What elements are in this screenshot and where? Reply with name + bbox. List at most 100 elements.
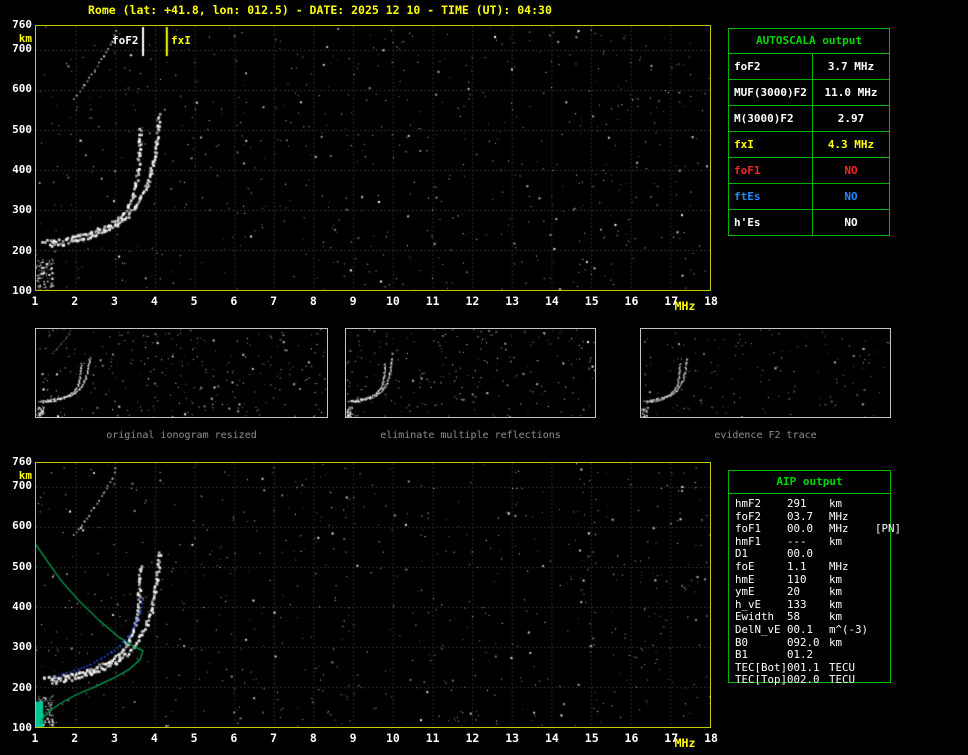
- autoscala-row-label: M(3000)F2: [729, 106, 813, 131]
- aip-row-label: B1: [735, 649, 787, 662]
- aip-output-table: AIP output hmF2291kmfoF203.7MHzfoF100.0M…: [728, 470, 891, 683]
- aip-row-value: 291: [787, 498, 829, 511]
- x-axis-tick: 15: [581, 294, 603, 308]
- autoscala-row: h'EsNO: [729, 210, 889, 235]
- aip-row-value: 1.1: [787, 561, 829, 574]
- x-axis-tick: 3: [104, 294, 126, 308]
- aip-row: TEC[Top]002.0TECU: [735, 674, 890, 687]
- aip-row-unit: km: [829, 637, 875, 650]
- y-axis-tick: 760: [2, 18, 32, 31]
- x-axis-tick: 13: [501, 731, 523, 745]
- x-axis-tick: 16: [620, 294, 642, 308]
- x-axis-tick: 9: [342, 731, 364, 745]
- thumbnail-caption-evidence: evidence F2 trace: [640, 430, 891, 441]
- aip-row-unit: km: [829, 536, 875, 549]
- autoscala-row-label: ftEs: [729, 184, 813, 209]
- main-ionogram-panel: [35, 25, 711, 291]
- y-axis-tick: 400: [2, 163, 32, 176]
- aip-table-rows: hmF2291kmfoF203.7MHzfoF100.0MHz[PN]hmF1-…: [729, 494, 890, 687]
- x-axis-tick: 8: [302, 731, 324, 745]
- aip-row: ymE20km: [735, 586, 890, 599]
- thumbnail-caption-original: original ionogram resized: [35, 430, 328, 441]
- aip-table-title: AIP output: [729, 471, 890, 494]
- autoscala-row: foF23.7 MHz: [729, 54, 889, 80]
- aip-row: hmE110km: [735, 574, 890, 587]
- profile-ionogram-panel: [35, 462, 711, 728]
- thumbnail-original-ionogram: [35, 328, 328, 418]
- aip-row-value: 20: [787, 586, 829, 599]
- thumbnail-eliminate-canvas: [346, 329, 595, 417]
- x-axis-tick: 18: [700, 294, 722, 308]
- y-axis-tick: 500: [2, 123, 32, 136]
- thumbnail-evidence-f2: [640, 328, 891, 418]
- y-axis-tick: 700: [2, 42, 32, 55]
- aip-row-value: 002.0: [787, 674, 829, 687]
- autoscala-row-value: 3.7 MHz: [813, 54, 889, 79]
- autoscala-row-label: MUF(3000)F2: [729, 80, 813, 105]
- autoscala-row: fxI4.3 MHz: [729, 132, 889, 158]
- y-axis-tick: 600: [2, 519, 32, 532]
- autoscala-screen: Rome (lat: +41.8, lon: 012.5) - DATE: 20…: [0, 0, 968, 755]
- autoscala-row: MUF(3000)F211.0 MHz: [729, 80, 889, 106]
- autoscala-row-value: 4.3 MHz: [813, 132, 889, 157]
- thumbnail-caption-eliminate: eliminate multiple reflections: [345, 430, 596, 441]
- autoscala-row-value: NO: [813, 158, 889, 183]
- x-axis-tick: 15: [581, 731, 603, 745]
- x-axis-tick: 8: [302, 294, 324, 308]
- x-axis-unit: MHz: [668, 736, 702, 750]
- autoscala-row: M(3000)F22.97: [729, 106, 889, 132]
- aip-row-label: foF1: [735, 523, 787, 536]
- x-axis-tick: 6: [223, 294, 245, 308]
- x-axis-tick: 6: [223, 731, 245, 745]
- autoscala-row-value: NO: [813, 210, 889, 235]
- y-axis-tick: 200: [2, 244, 32, 257]
- x-axis-tick: 14: [541, 731, 563, 745]
- autoscala-row-label: foF2: [729, 54, 813, 79]
- x-axis-tick: 13: [501, 294, 523, 308]
- thumbnail-original-canvas: [36, 329, 327, 417]
- x-axis-tick: 3: [104, 731, 126, 745]
- x-axis-tick: 5: [183, 294, 205, 308]
- autoscala-table-rows: foF23.7 MHzMUF(3000)F211.0 MHzM(3000)F22…: [729, 54, 889, 235]
- aip-row: DelN_vE00.1m^(-3): [735, 624, 890, 637]
- autoscala-table-title: AUTOSCALA output: [729, 29, 889, 54]
- autoscala-row-value: 2.97: [813, 106, 889, 131]
- aip-row: D100.0: [735, 548, 890, 561]
- y-axis-tick: 760: [2, 455, 32, 468]
- aip-row-unit: m^(-3): [829, 624, 875, 637]
- y-axis-tick: 700: [2, 479, 32, 492]
- y-axis-tick: 500: [2, 560, 32, 573]
- x-axis-tick: 7: [263, 731, 285, 745]
- x-axis-tick: 14: [541, 294, 563, 308]
- x-axis-tick: 12: [461, 731, 483, 745]
- aip-row: foE1.1MHz: [735, 561, 890, 574]
- main-ionogram-canvas: [36, 26, 710, 290]
- autoscala-output-table: AUTOSCALA output foF23.7 MHzMUF(3000)F21…: [728, 28, 890, 236]
- autoscala-row: ftEsNO: [729, 184, 889, 210]
- aip-row-value: 00.1: [787, 624, 829, 637]
- autoscala-row-label: fxI: [729, 132, 813, 157]
- aip-row-unit: km: [829, 586, 875, 599]
- x-axis-tick: 4: [143, 294, 165, 308]
- autoscala-row-value: 11.0 MHz: [813, 80, 889, 105]
- autoscala-row-label: h'Es: [729, 210, 813, 235]
- aip-row-label: DelN_vE: [735, 624, 787, 637]
- x-axis-tick: 1: [24, 294, 46, 308]
- aip-row: foF100.0MHz[PN]: [735, 523, 890, 536]
- y-axis-tick: 300: [2, 640, 32, 653]
- autoscala-row: foF1NO: [729, 158, 889, 184]
- x-axis-tick: 10: [382, 731, 404, 745]
- x-axis-tick: 10: [382, 294, 404, 308]
- x-axis-tick: 11: [422, 731, 444, 745]
- profile-ionogram-canvas: [36, 463, 710, 727]
- header-title: Rome (lat: +41.8, lon: 012.5) - DATE: 20…: [88, 3, 552, 17]
- aip-row-unit: TECU: [829, 674, 875, 687]
- aip-row-label: foE: [735, 561, 787, 574]
- foF2-marker-label: foF2: [112, 34, 139, 47]
- x-axis-tick: 1: [24, 731, 46, 745]
- aip-row: hmF2291km: [735, 498, 890, 511]
- x-axis-tick: 18: [700, 731, 722, 745]
- aip-row-unit: MHz: [829, 561, 875, 574]
- aip-row-unit: km: [829, 498, 875, 511]
- x-axis-tick: 5: [183, 731, 205, 745]
